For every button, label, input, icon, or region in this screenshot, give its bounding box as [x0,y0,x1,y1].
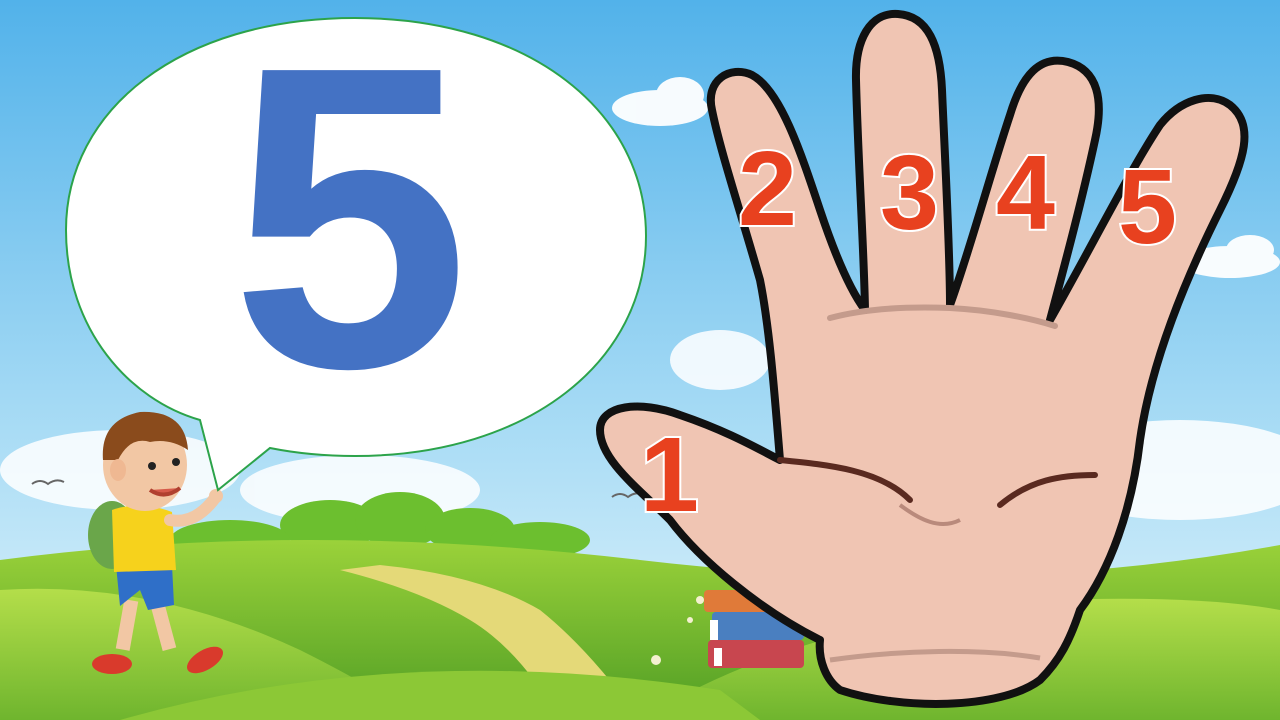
pinky-finger-label: 5 [1116,148,1179,266]
background-illustration [0,0,1280,720]
ring-finger-label: 4 [994,134,1057,252]
index-finger-label: 2 [736,130,799,248]
thumb-label: 1 [638,416,701,534]
speech-bubble-number: 5 [230,0,470,458]
scene: 5 1 2 3 4 5 [0,0,1280,720]
middle-finger-label: 3 [878,134,941,252]
